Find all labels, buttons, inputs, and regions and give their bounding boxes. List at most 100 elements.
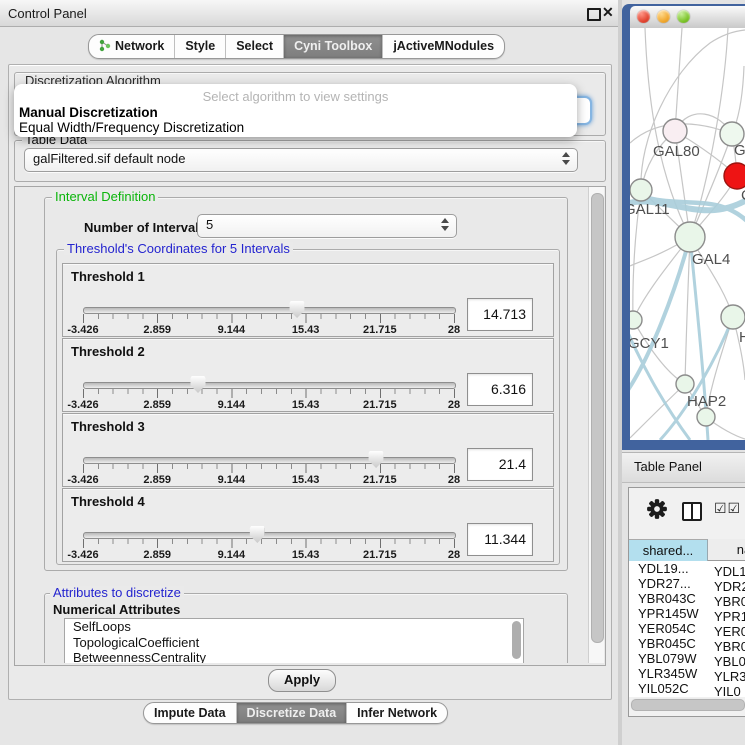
slider-major-ticks [83, 539, 455, 548]
column-layout-icon[interactable] [682, 502, 702, 521]
network-node[interactable] [675, 222, 705, 252]
network-node[interactable] [630, 179, 652, 201]
network-graph-icon [99, 39, 111, 55]
combo-arrows-icon [562, 152, 570, 165]
tab-infer-network[interactable]: Infer Network [347, 703, 447, 723]
column-header-shared-name[interactable]: shared... [629, 539, 708, 562]
slider-track[interactable] [83, 457, 456, 464]
node-label: C [741, 187, 745, 204]
scrollbar-thumb[interactable] [591, 193, 604, 643]
menu-item-equal-width-frequency[interactable]: Equal Width/Frequency Discretization [19, 120, 569, 135]
number-of-intervals-value: 5 [206, 217, 213, 232]
node-label: GA [734, 142, 745, 159]
algorithm-dropdown-popup: Select algorithm to view settings Manual… [14, 84, 577, 137]
threshold-panel-2: Threshold 2 -3.4262.8599.14415.4321.7152… [62, 338, 554, 412]
tab-discretize-data[interactable]: Discretize Data [237, 703, 348, 723]
table-horizontal-scrollbar[interactable] [630, 698, 744, 710]
tab-cyni-toolbox[interactable]: Cyni Toolbox [284, 35, 383, 58]
threshold-value-field[interactable]: 21.4 [467, 448, 533, 481]
screen: Control Panel ✕ Network Style Select Cyn… [0, 0, 745, 745]
slider-major-ticks [83, 314, 455, 323]
slider-track[interactable] [83, 307, 456, 314]
list-item[interactable]: BetweennessCentrality [65, 650, 523, 663]
network-node[interactable] [663, 119, 687, 143]
network-canvas[interactable]: GAL80 GA C GAL11 GAL4 GCY1 H HAP2 [630, 28, 745, 440]
node-label: GAL11 [630, 201, 670, 218]
node-label: GAL80 [653, 143, 700, 160]
node-label: H [739, 329, 745, 346]
threshold-label: Threshold 3 [71, 419, 145, 434]
threshold-label: Threshold 2 [71, 344, 145, 359]
column-header-name[interactable]: name [708, 539, 745, 561]
threshold-panel-4: Threshold 4 -3.4262.8599.14415.4321.7152… [62, 488, 554, 562]
tab-label: Network [115, 39, 164, 53]
table-row[interactable]: YPR145WYPR1 [629, 606, 745, 621]
tab-impute-data[interactable]: Impute Data [144, 703, 237, 723]
minimize-traffic-light[interactable] [657, 10, 670, 23]
table-row[interactable]: YDL19...YDL1 [629, 561, 745, 576]
network-node[interactable] [676, 375, 694, 393]
nodes-layer [630, 119, 745, 426]
threshold-value-field[interactable]: 11.344 [467, 523, 533, 556]
node-label: GCY1 [630, 335, 669, 352]
network-node[interactable] [630, 311, 642, 329]
node-label: GAL4 [692, 251, 730, 268]
close-icon[interactable]: ✕ [602, 4, 614, 21]
menu-item-manual-discretization[interactable]: Manual Discretization [19, 105, 569, 120]
table-row[interactable]: YBR045CYBR0 [629, 636, 745, 651]
tab-jactivemnodules[interactable]: jActiveMNodules [383, 35, 504, 58]
threshold-value-field[interactable]: 14.713 [467, 298, 533, 331]
float-window-icon[interactable] [587, 8, 601, 21]
scrollbar-thumb[interactable] [631, 699, 745, 711]
slider-tick-labels: -3.4262.8599.14415.4321.71528 [83, 399, 454, 410]
network-window-titlebar[interactable] [630, 6, 745, 29]
list-item[interactable]: SelfLoops [65, 619, 523, 635]
table-row[interactable]: YDR27...YDR2 [629, 576, 745, 591]
vertical-scrollbar[interactable] [588, 187, 604, 663]
control-panel-titlebar: Control Panel ✕ [0, 0, 618, 27]
table-row[interactable]: YIL052CYIL0 [629, 681, 745, 696]
table-panel-title: Table Panel [634, 459, 702, 474]
network-node-selected[interactable] [724, 163, 745, 189]
slider-major-ticks [83, 464, 455, 473]
apply-button[interactable]: Apply [268, 669, 336, 692]
slider-tick-labels: -3.4262.8599.14415.4321.71528 [83, 549, 454, 560]
node-label: HAP2 [687, 393, 726, 410]
zoom-traffic-light[interactable] [677, 10, 690, 23]
table-header-row: shared... name [629, 539, 745, 561]
algorithm-prompt: Select algorithm to view settings [14, 89, 577, 104]
panel-title: Control Panel [8, 6, 87, 21]
slider-track[interactable] [83, 532, 456, 539]
close-traffic-light[interactable] [637, 10, 650, 23]
tab-select[interactable]: Select [226, 35, 284, 58]
tab-network[interactable]: Network [89, 35, 175, 58]
select-columns-icon[interactable]: ☑☑ [714, 500, 741, 517]
interval-definition-title: Interval Definition [52, 190, 158, 203]
number-of-intervals-combobox[interactable]: 5 [197, 214, 457, 238]
list-scrollbar-thumb[interactable] [512, 621, 521, 659]
slider-tick-labels: -3.4262.8599.14415.4321.71528 [83, 474, 454, 485]
tab-style[interactable]: Style [175, 35, 226, 58]
network-node[interactable] [721, 305, 745, 329]
table-data-value: galFiltered.sif default node [33, 151, 185, 166]
cyni-bottom-tabs: Impute Data Discretize Data Infer Networ… [143, 702, 448, 724]
network-node[interactable] [697, 408, 715, 426]
slider-tick-labels: -3.4262.8599.14415.4321.71528 [83, 324, 454, 335]
table-body: YDL19...YDL1 YDR27...YDR2 YBR043CYBR0 YP… [629, 561, 745, 697]
attributes-group-title: Attributes to discretize [50, 586, 184, 599]
network-graph: GAL80 GA C GAL11 GAL4 GCY1 H HAP2 [630, 28, 745, 440]
table-row[interactable]: YBR043CYBR0 [629, 591, 745, 606]
numerical-attributes-list[interactable]: SelfLoops TopologicalCoefficient Between… [64, 618, 524, 663]
table-row[interactable]: YER054CYER0 [629, 621, 745, 636]
slider-track[interactable] [83, 382, 456, 389]
threshold-value-field[interactable]: 6.316 [467, 373, 533, 406]
table-row[interactable]: YLR345WYLR3 [629, 666, 745, 681]
threshold-label: Threshold 4 [71, 494, 145, 509]
table-row[interactable]: YBL079WYBL0 [629, 651, 745, 666]
gear-icon[interactable] [646, 498, 668, 520]
table-data-combobox[interactable]: galFiltered.sif default node [24, 148, 578, 172]
list-item[interactable]: TopologicalCoefficient [65, 635, 523, 651]
thresholds-group-title: Threshold's Coordinates for 5 Intervals [64, 242, 293, 255]
number-of-intervals-label: Number of Intervals [84, 220, 206, 235]
combo-arrows-icon [441, 218, 449, 231]
